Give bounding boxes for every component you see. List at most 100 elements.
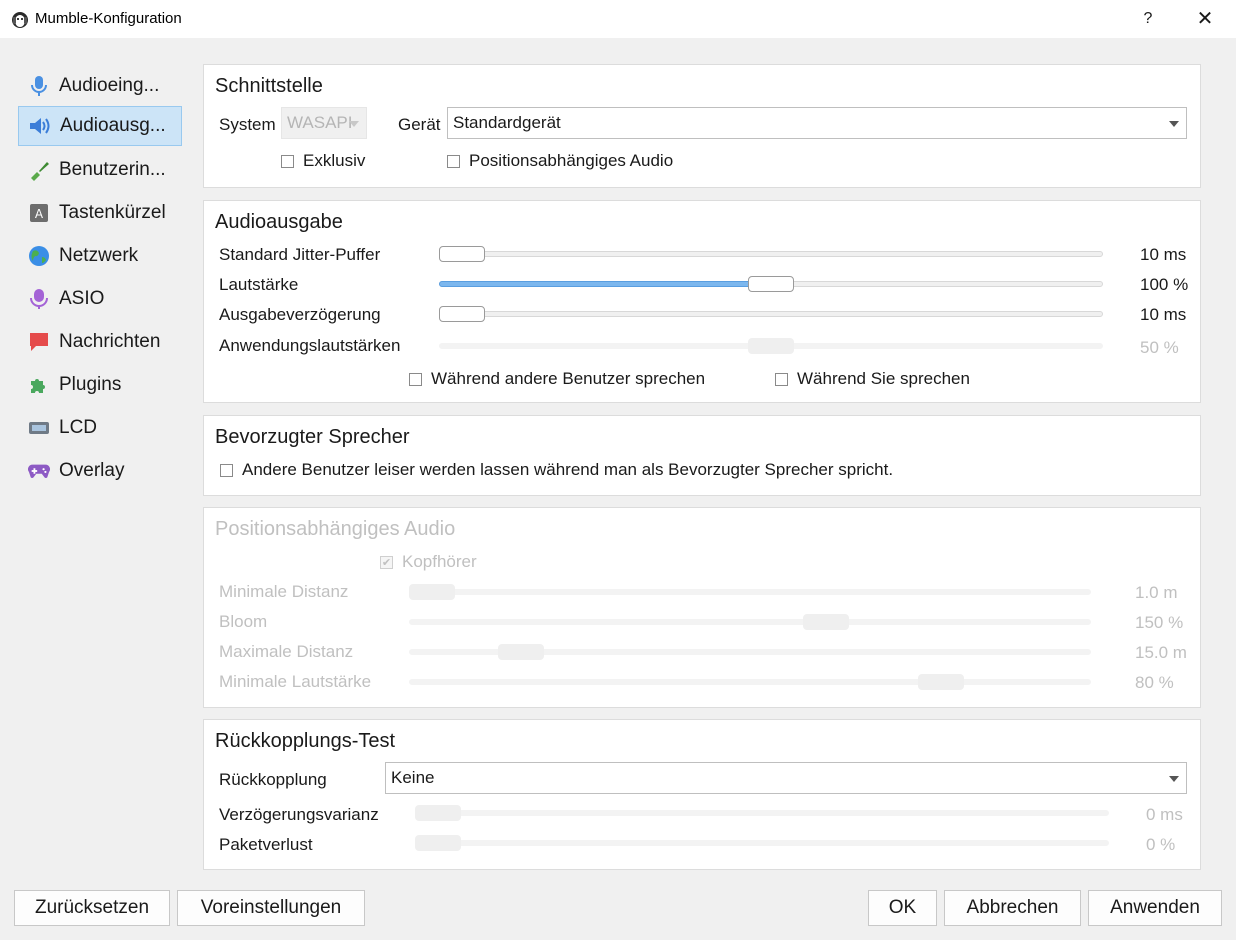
bloom-value: 150 % (1135, 613, 1184, 632)
checkbox-box[interactable] (775, 372, 788, 386)
slider-track (409, 619, 1091, 625)
bloom-label: Bloom (219, 612, 268, 631)
attenuate-while-others-checkbox[interactable]: Während andere Benutzer sprechen (409, 369, 705, 389)
checkbox-box[interactable] (220, 463, 233, 477)
chevron-down-icon (349, 121, 359, 127)
interface-group: Schnittstelle System WASAPI Gerät Standa… (203, 64, 1201, 188)
window-title: Mumble-Konfiguration (35, 10, 182, 27)
volume-label: Lautstärke (219, 275, 299, 294)
app-volume-slider[interactable] (439, 337, 1103, 355)
sidebar-item-shortcuts[interactable]: A Tastenkürzel (18, 193, 182, 233)
slider-handle[interactable] (409, 584, 455, 600)
device-label: Gerät (398, 115, 441, 134)
sidebar-item-label: ASIO (59, 288, 105, 309)
sidebar-item-audio-input[interactable]: Audioeing... (18, 66, 182, 106)
headphones-label: Kopfhörer (402, 552, 477, 571)
lcd-icon (28, 417, 50, 439)
loopback-mode-select[interactable]: Keine (385, 762, 1187, 794)
slider-handle[interactable] (415, 835, 461, 851)
chevron-down-icon (1169, 776, 1179, 782)
ok-button[interactable]: OK (868, 890, 937, 926)
slider-handle[interactable] (803, 614, 849, 630)
slider-handle[interactable] (415, 805, 461, 821)
priority-speaker-label: Andere Benutzer leiser werden lassen wäh… (242, 460, 894, 479)
svg-text:A: A (35, 207, 44, 221)
jitter-buffer-slider[interactable] (439, 245, 1103, 263)
delay-variance-value: 0 ms (1146, 805, 1183, 824)
slider-handle[interactable] (918, 674, 964, 690)
volume-slider[interactable] (439, 275, 1103, 293)
checkbox-box[interactable] (409, 372, 422, 386)
slider-track (439, 251, 1103, 257)
device-select-value: Standardgerät (453, 113, 561, 132)
delay-variance-slider[interactable] (415, 804, 1109, 822)
defaults-button[interactable]: Voreinstellungen (177, 890, 365, 926)
speaker-icon (29, 115, 51, 137)
slider-handle[interactable] (748, 276, 794, 292)
help-button[interactable]: ? (1136, 6, 1160, 32)
puzzle-icon (28, 374, 50, 396)
headphones-checkbox[interactable]: ✔ Kopfhörer (380, 552, 477, 572)
sidebar-item-lcd[interactable]: LCD (18, 408, 182, 448)
sidebar-item-messages[interactable]: Nachrichten (18, 322, 182, 362)
sidebar-item-asio[interactable]: ASIO (18, 279, 182, 319)
priority-speaker-checkbox[interactable]: Andere Benutzer leiser werden lassen wäh… (220, 460, 893, 480)
sidebar-item-label: Audioeing... (59, 75, 160, 96)
sidebar-item-label: Netzwerk (59, 245, 139, 266)
sidebar-item-label: Nachrichten (59, 331, 161, 352)
bloom-slider[interactable] (409, 613, 1091, 631)
packet-loss-slider[interactable] (415, 834, 1109, 852)
sidebar-item-label: Tastenkürzel (59, 202, 166, 223)
app-volume-value: 50 % (1140, 338, 1179, 357)
delay-variance-label: Verzögerungsvarianz (219, 805, 379, 824)
sidebar-item-user-interface[interactable]: Benutzerin... (18, 150, 182, 190)
apply-button[interactable]: Anwenden (1088, 890, 1222, 926)
reset-button[interactable]: Zurücksetzen (14, 890, 170, 926)
positional-audio-label: Positionsabhängiges Audio (469, 151, 674, 170)
slider-track (439, 311, 1103, 317)
sidebar-item-network[interactable]: Netzwerk (18, 236, 182, 276)
sidebar-item-label: Benutzerin... (59, 159, 166, 180)
device-select[interactable]: Standardgerät (447, 107, 1187, 139)
min-volume-value: 80 % (1135, 673, 1174, 692)
positional-audio-checkbox[interactable]: Positionsabhängiges Audio (447, 151, 673, 171)
slider-handle[interactable] (498, 644, 544, 660)
loopback-mode-value: Keine (391, 768, 435, 787)
slider-handle[interactable] (748, 338, 794, 354)
system-select[interactable]: WASAPI (281, 107, 367, 139)
checkbox-box[interactable] (281, 154, 294, 168)
max-distance-slider[interactable] (409, 643, 1091, 661)
attenuate-while-you-checkbox[interactable]: Während Sie sprechen (775, 369, 970, 389)
slider-track (415, 810, 1109, 816)
jitter-buffer-label: Standard Jitter-Puffer (219, 245, 381, 264)
close-button[interactable]: ✕ (1190, 4, 1220, 34)
exclusive-label: Exklusiv (303, 151, 366, 170)
group-title: Schnittstelle (215, 75, 323, 97)
sidebar-item-audio-output[interactable]: Audioausg... (18, 106, 182, 146)
attenuate-while-others-label: Während andere Benutzer sprechen (431, 369, 706, 388)
cancel-button[interactable]: Abbrechen (944, 890, 1081, 926)
sidebar-item-label: Plugins (59, 374, 122, 395)
asio-microphone-icon (28, 288, 50, 310)
sidebar-item-plugins[interactable]: Plugins (18, 365, 182, 405)
min-distance-slider[interactable] (409, 583, 1091, 601)
slider-track (415, 840, 1109, 846)
brush-icon (28, 159, 50, 181)
output-delay-label: Ausgabeverzögerung (219, 305, 381, 324)
sidebar-item-overlay[interactable]: Overlay (18, 451, 182, 491)
output-delay-slider[interactable] (439, 305, 1103, 323)
output-delay-value: 10 ms (1140, 305, 1187, 324)
exclusive-checkbox[interactable]: Exklusiv (281, 151, 365, 171)
slider-handle[interactable] (439, 246, 485, 262)
checkbox-box[interactable]: ✔ (380, 555, 393, 569)
priority-speaker-group: Bevorzugter Sprecher Andere Benutzer lei… (203, 415, 1201, 496)
system-label: System (219, 115, 276, 134)
checkbox-box[interactable] (447, 154, 460, 168)
loopback-group: Rückkopplungs-Test Rückkopplung Keine Ve… (203, 719, 1201, 870)
slider-track (409, 589, 1091, 595)
min-volume-slider[interactable] (409, 673, 1091, 691)
group-title: Positionsabhängiges Audio (215, 518, 456, 540)
microphone-icon (28, 75, 50, 97)
slider-handle[interactable] (439, 306, 485, 322)
title-bar: Mumble-Konfiguration ? ✕ (0, 0, 1236, 38)
